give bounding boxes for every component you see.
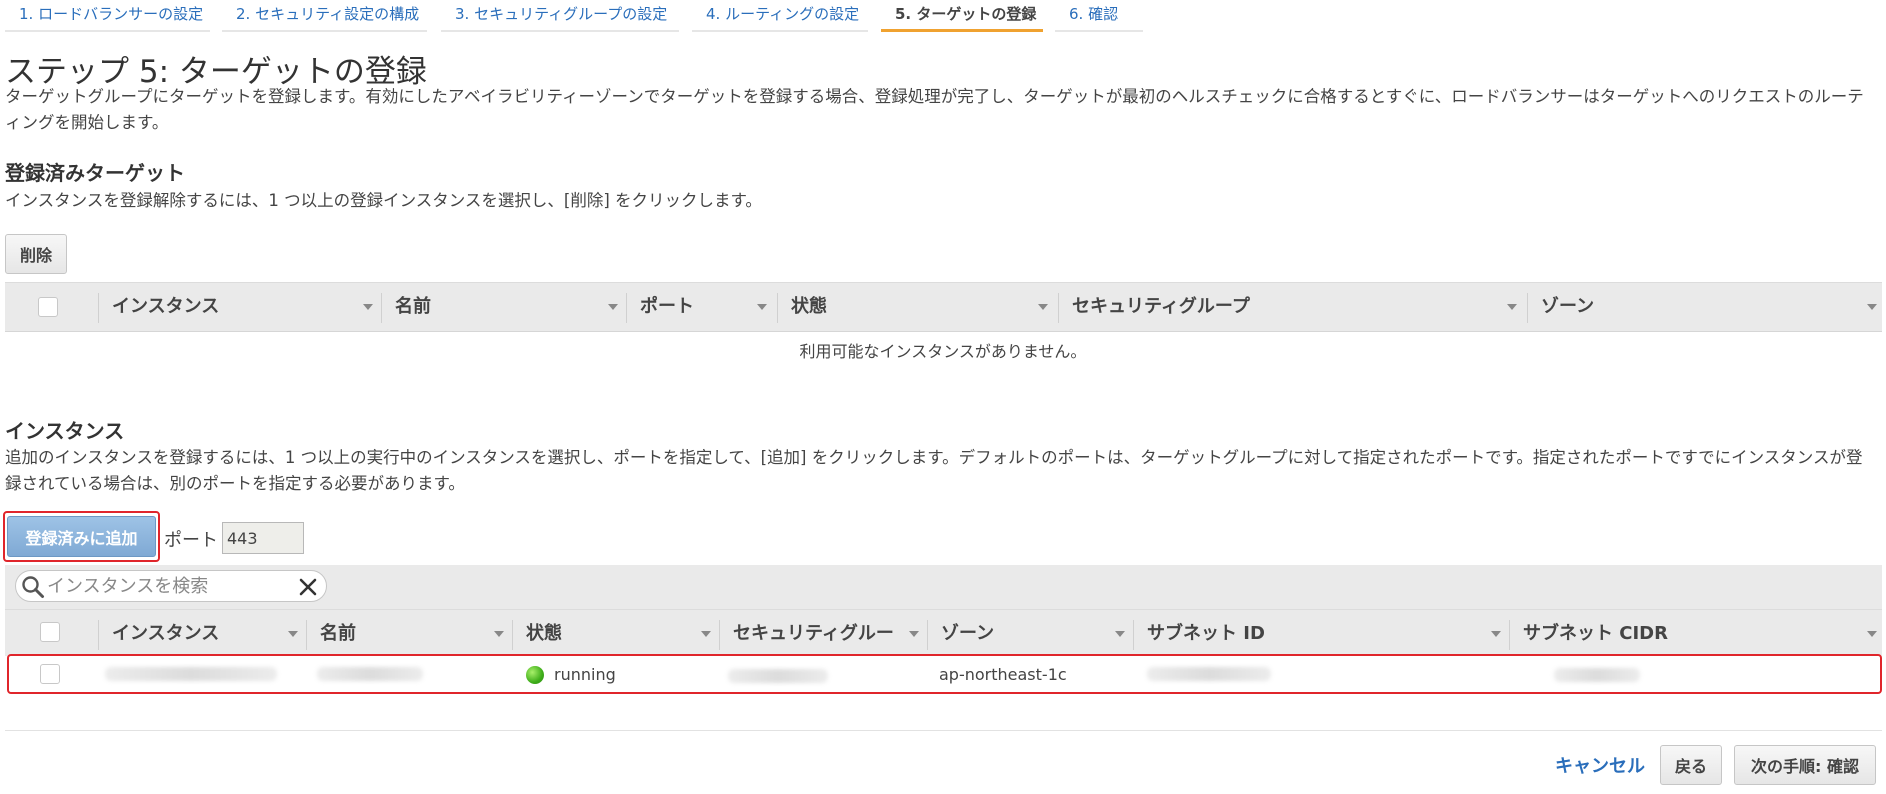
sort-caret-icon[interactable] bbox=[1115, 631, 1125, 637]
instances-table-header: インスタンス 名前 状態 セキュリティグルー ゾーン サブネット ID サブネッ… bbox=[5, 609, 1882, 659]
column-subnet-id[interactable]: サブネット ID bbox=[1147, 610, 1265, 660]
sort-caret-icon[interactable] bbox=[757, 304, 767, 310]
wizard-step-2[interactable]: 2. セキュリティ設定の構成 bbox=[222, 0, 427, 32]
column-instance[interactable]: インスタンス bbox=[112, 610, 219, 660]
sort-caret-icon[interactable] bbox=[608, 304, 618, 310]
column-port[interactable]: ポート bbox=[640, 283, 694, 333]
port-label: ポート bbox=[164, 530, 218, 551]
select-all-instances-checkbox[interactable] bbox=[40, 622, 60, 642]
row-highlight bbox=[7, 654, 1882, 694]
wizard-step-6[interactable]: 6. 確認 bbox=[1055, 0, 1143, 32]
column-zone[interactable]: ゾーン bbox=[941, 610, 994, 660]
registered-targets-description: インスタンスを登録解除するには、1 つ以上の登録インスタンスを選択し、[削除] … bbox=[5, 191, 762, 210]
search-icon bbox=[22, 576, 44, 598]
sort-caret-icon[interactable] bbox=[363, 304, 373, 310]
wizard-steps: 1. ロードバランサーの設定 2. セキュリティ設定の構成 3. セキュリティグ… bbox=[0, 0, 1886, 34]
instances-description: 追加のインスタンスを登録するには、1 つ以上の実行中のインスタンスを選択し、ポー… bbox=[5, 448, 1863, 493]
instances-title: インスタンス bbox=[5, 419, 125, 443]
registered-table-header: インスタンス 名前 ポート 状態 セキュリティグループ ゾーン bbox=[5, 282, 1882, 332]
page-description: ターゲットグループにターゲットを登録します。有効にしたアベイラビリティーゾーンで… bbox=[5, 87, 1864, 132]
add-to-registered-button[interactable]: 登録済みに追加 bbox=[7, 516, 156, 557]
registered-targets-title: 登録済みターゲット bbox=[5, 161, 185, 185]
sort-caret-icon[interactable] bbox=[494, 631, 504, 637]
cancel-link[interactable]: キャンセル bbox=[1555, 752, 1645, 778]
column-subnet-cidr[interactable]: サブネット CIDR bbox=[1523, 610, 1668, 660]
column-status[interactable]: 状態 bbox=[526, 610, 562, 660]
port-input[interactable] bbox=[222, 522, 304, 554]
remove-button[interactable]: 削除 bbox=[5, 234, 67, 274]
sort-caret-icon[interactable] bbox=[288, 631, 298, 637]
sort-caret-icon[interactable] bbox=[1867, 631, 1877, 637]
select-all-registered-checkbox[interactable] bbox=[38, 297, 58, 317]
empty-registered-message: 利用可能なインスタンスがありません。 bbox=[799, 342, 1087, 361]
sort-caret-icon[interactable] bbox=[701, 631, 711, 637]
footer-divider bbox=[5, 730, 1882, 731]
next-review-button[interactable]: 次の手順: 確認 bbox=[1734, 745, 1876, 785]
wizard-step-3[interactable]: 3. セキュリティグループの設定 bbox=[441, 0, 679, 32]
wizard-step-4[interactable]: 4. ルーティングの設定 bbox=[692, 0, 868, 32]
column-status[interactable]: 状態 bbox=[791, 283, 827, 333]
column-instance[interactable]: インスタンス bbox=[112, 283, 219, 333]
column-security-group[interactable]: セキュリティグループ bbox=[1072, 283, 1250, 333]
column-zone[interactable]: ゾーン bbox=[1541, 283, 1594, 333]
wizard-step-1[interactable]: 1. ロードバランサーの設定 bbox=[5, 0, 210, 32]
sort-caret-icon[interactable] bbox=[909, 631, 919, 637]
sort-caret-icon[interactable] bbox=[1867, 304, 1877, 310]
column-name[interactable]: 名前 bbox=[395, 283, 431, 333]
sort-caret-icon[interactable] bbox=[1038, 304, 1048, 310]
column-security-group[interactable]: セキュリティグルー bbox=[733, 610, 894, 660]
wizard-step-5[interactable]: 5. ターゲットの登録 bbox=[881, 0, 1043, 32]
sort-caret-icon[interactable] bbox=[1491, 631, 1501, 637]
clear-search-icon[interactable] bbox=[298, 577, 318, 597]
column-name[interactable]: 名前 bbox=[320, 610, 356, 660]
back-button[interactable]: 戻る bbox=[1660, 745, 1722, 785]
search-input[interactable] bbox=[47, 574, 287, 598]
sort-caret-icon[interactable] bbox=[1507, 304, 1517, 310]
